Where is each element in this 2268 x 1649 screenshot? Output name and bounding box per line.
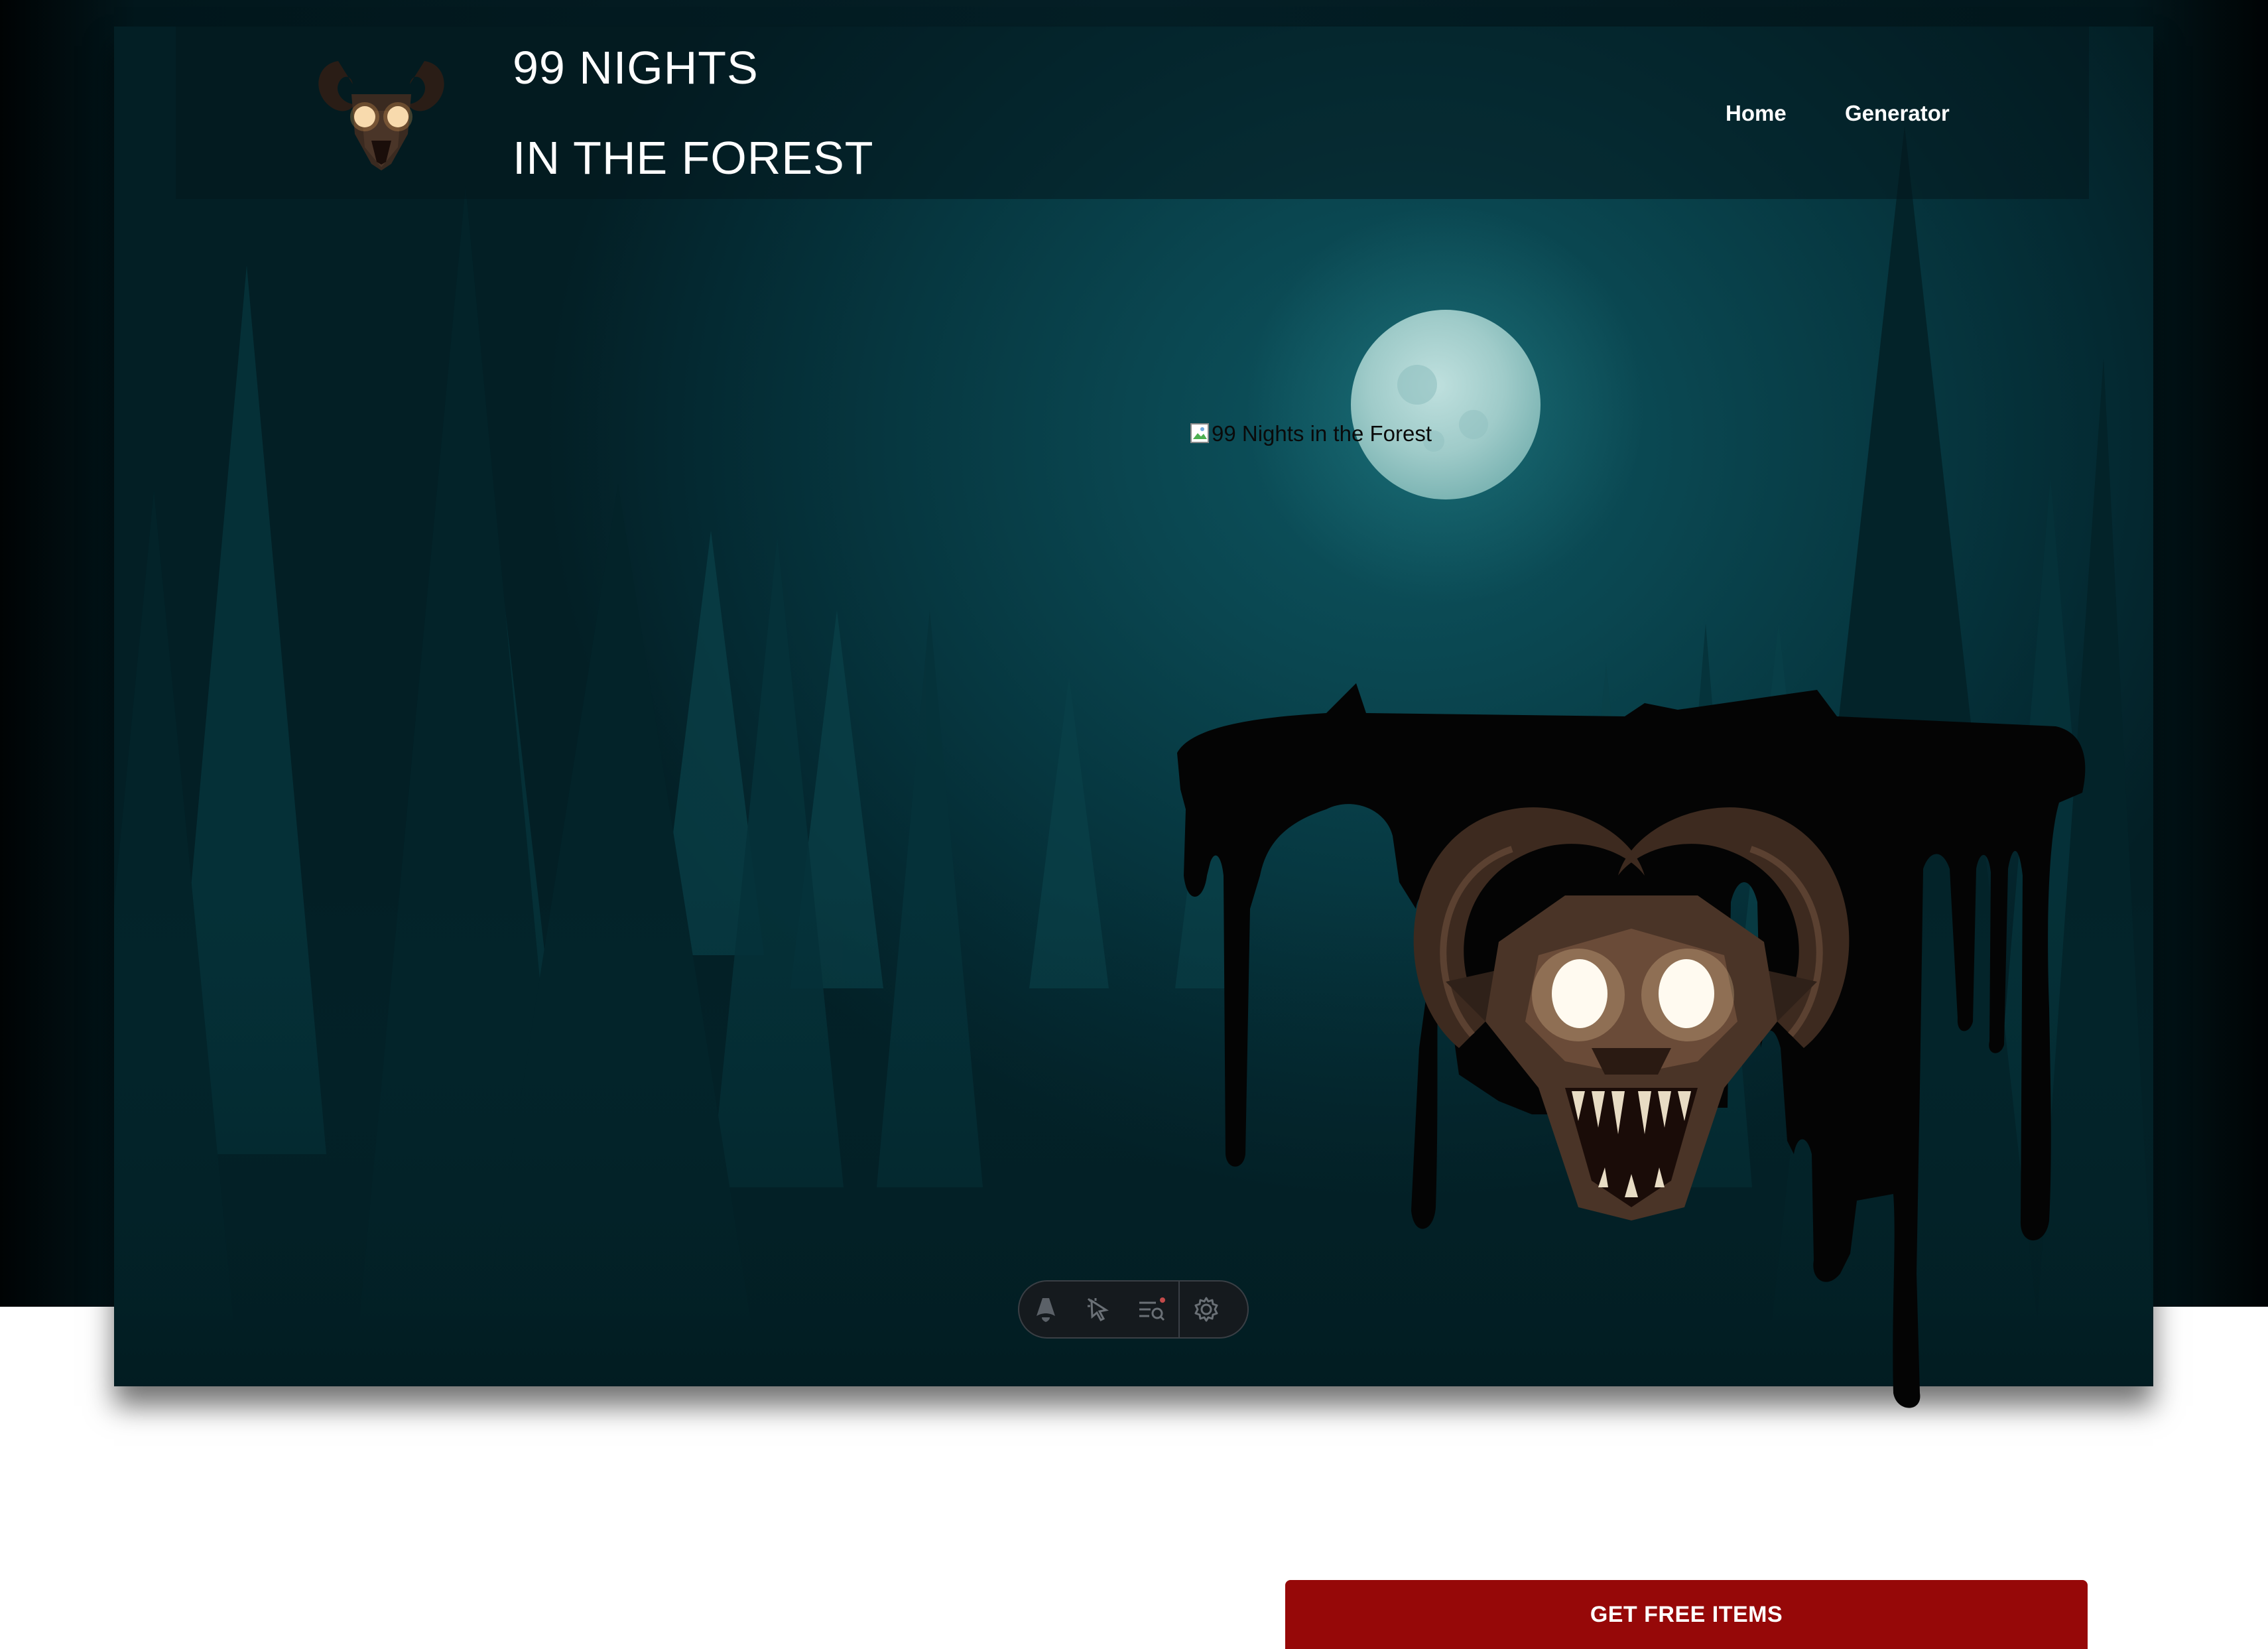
broken-image-icon — [1190, 423, 1210, 444]
gear-icon[interactable] — [1180, 1282, 1233, 1337]
site-title-line-1: 99 NIGHTS — [513, 42, 759, 94]
astro-logo-icon[interactable] — [1019, 1282, 1072, 1337]
nav-link-generator[interactable]: Generator — [1845, 101, 1950, 126]
dev-toolbar — [1018, 1280, 1249, 1339]
goat-demon-head-icon[interactable] — [312, 48, 451, 174]
site-header — [176, 27, 2089, 199]
site-title-line-2: IN THE FOREST — [513, 132, 874, 184]
pointer-inspect-icon[interactable] — [1072, 1282, 1125, 1337]
get-free-items-button[interactable]: GET FREE ITEMS — [1285, 1580, 2088, 1649]
moon — [1351, 310, 1541, 499]
audit-list-icon[interactable] — [1125, 1282, 1178, 1337]
nav-link-home[interactable]: Home — [1726, 101, 1787, 126]
hero-image-broken: 99 Nights in the Forest — [1190, 418, 1432, 450]
goat-demon-mascot-icon — [1177, 683, 2086, 1408]
hero-image-alt-text: 99 Nights in the Forest — [1212, 421, 1432, 446]
